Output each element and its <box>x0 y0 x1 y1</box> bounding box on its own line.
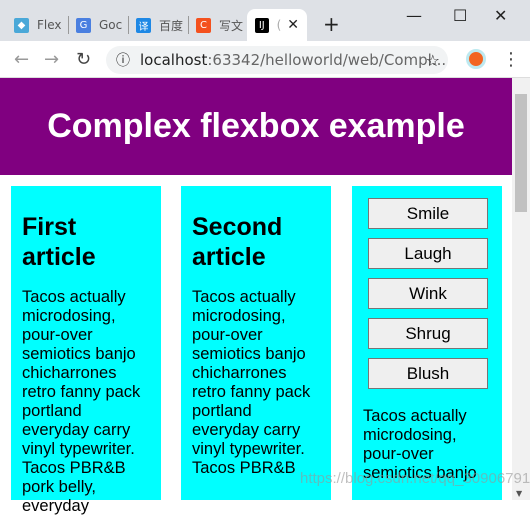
new-tab-button[interactable]: + <box>323 12 340 36</box>
article-text: Tacos actually microdosing, pour-over se… <box>22 288 141 515</box>
blush-button[interactable]: Blush <box>368 358 488 389</box>
tab-active[interactable]: IJ ( ✕ <box>247 9 307 41</box>
button-group: Smile Laugh Wink Shrug Blush <box>363 198 493 389</box>
tab-label: 写文 <box>219 18 244 33</box>
tab-separator <box>68 16 69 34</box>
browser-toolbar: ← → ↻ ⓘ localhost:63342/helloworld/web/C… <box>0 41 530 78</box>
laugh-button[interactable]: Laugh <box>368 238 488 269</box>
tab-label: Goc <box>99 18 123 32</box>
url-host: localhost <box>140 51 208 69</box>
intellij-icon: IJ <box>255 17 269 33</box>
tab-bar: ◆ Flex G Goc 译百度 C 写文 IJ ( ✕ + — ☐ ✕ <box>0 0 530 41</box>
tab-separator <box>188 16 189 34</box>
third-article: Smile Laugh Wink Shrug Blush Tacos actua… <box>352 186 502 500</box>
article-heading: Second article <box>192 213 283 271</box>
tab-label: ( <box>276 18 282 32</box>
forward-icon[interactable]: → <box>44 49 59 70</box>
watermark: https://blog.csdn.net/qq_30906791 <box>300 470 530 487</box>
article-heading: First article <box>22 213 96 271</box>
shrug-button[interactable]: Shrug <box>368 318 488 349</box>
page-title: Complex flexbox example <box>47 107 465 145</box>
wink-button[interactable]: Wink <box>368 278 488 309</box>
close-tab-icon[interactable]: ✕ <box>287 17 299 33</box>
info-icon: ⓘ <box>116 53 130 69</box>
minimize-icon[interactable]: — <box>406 6 422 25</box>
tab-flex[interactable]: ◆ Flex <box>14 9 62 41</box>
smile-button[interactable]: Smile <box>368 198 488 229</box>
vertical-scrollbar[interactable]: ▼ <box>512 78 530 500</box>
tab-google[interactable]: G Goc <box>76 9 122 41</box>
tab-label: 百度 <box>159 18 184 33</box>
google-translate-icon: G <box>76 17 91 33</box>
csdn-icon: C <box>196 17 211 33</box>
scrollbar-thumb[interactable] <box>515 94 527 212</box>
menu-icon[interactable]: ⋮ <box>502 49 520 70</box>
bookmark-star-icon[interactable]: ☆ <box>426 51 440 70</box>
url-path: :63342/helloworld/web/Compl... <box>207 51 447 69</box>
profile-avatar[interactable] <box>466 49 486 69</box>
tab-baidu[interactable]: 译百度 <box>136 9 183 41</box>
page-content: Complex flexbox example First article Ta… <box>0 78 512 515</box>
tab-csdn[interactable]: C 写文 <box>196 9 243 41</box>
back-icon[interactable]: ← <box>14 49 29 70</box>
reload-icon[interactable]: ↻ <box>76 49 91 70</box>
baidu-translate-icon: 译 <box>136 17 151 33</box>
tab-separator <box>128 16 129 34</box>
address-bar[interactable]: ⓘ localhost:63342/helloworld/web/Compl..… <box>106 46 448 74</box>
second-article: Second article Tacos actually microdosin… <box>181 186 331 500</box>
tab-favicon-icon: ◆ <box>14 17 29 33</box>
tab-label: Flex <box>37 18 62 32</box>
scroll-down-arrow-icon[interactable]: ▼ <box>516 489 522 498</box>
page-header: Complex flexbox example <box>0 78 512 175</box>
maximize-icon[interactable]: ☐ <box>453 6 467 25</box>
close-window-icon[interactable]: ✕ <box>494 6 507 25</box>
first-article: First article Tacos actually microdosing… <box>11 186 161 515</box>
article-text: Tacos actually microdosing, pour-over se… <box>192 288 311 477</box>
